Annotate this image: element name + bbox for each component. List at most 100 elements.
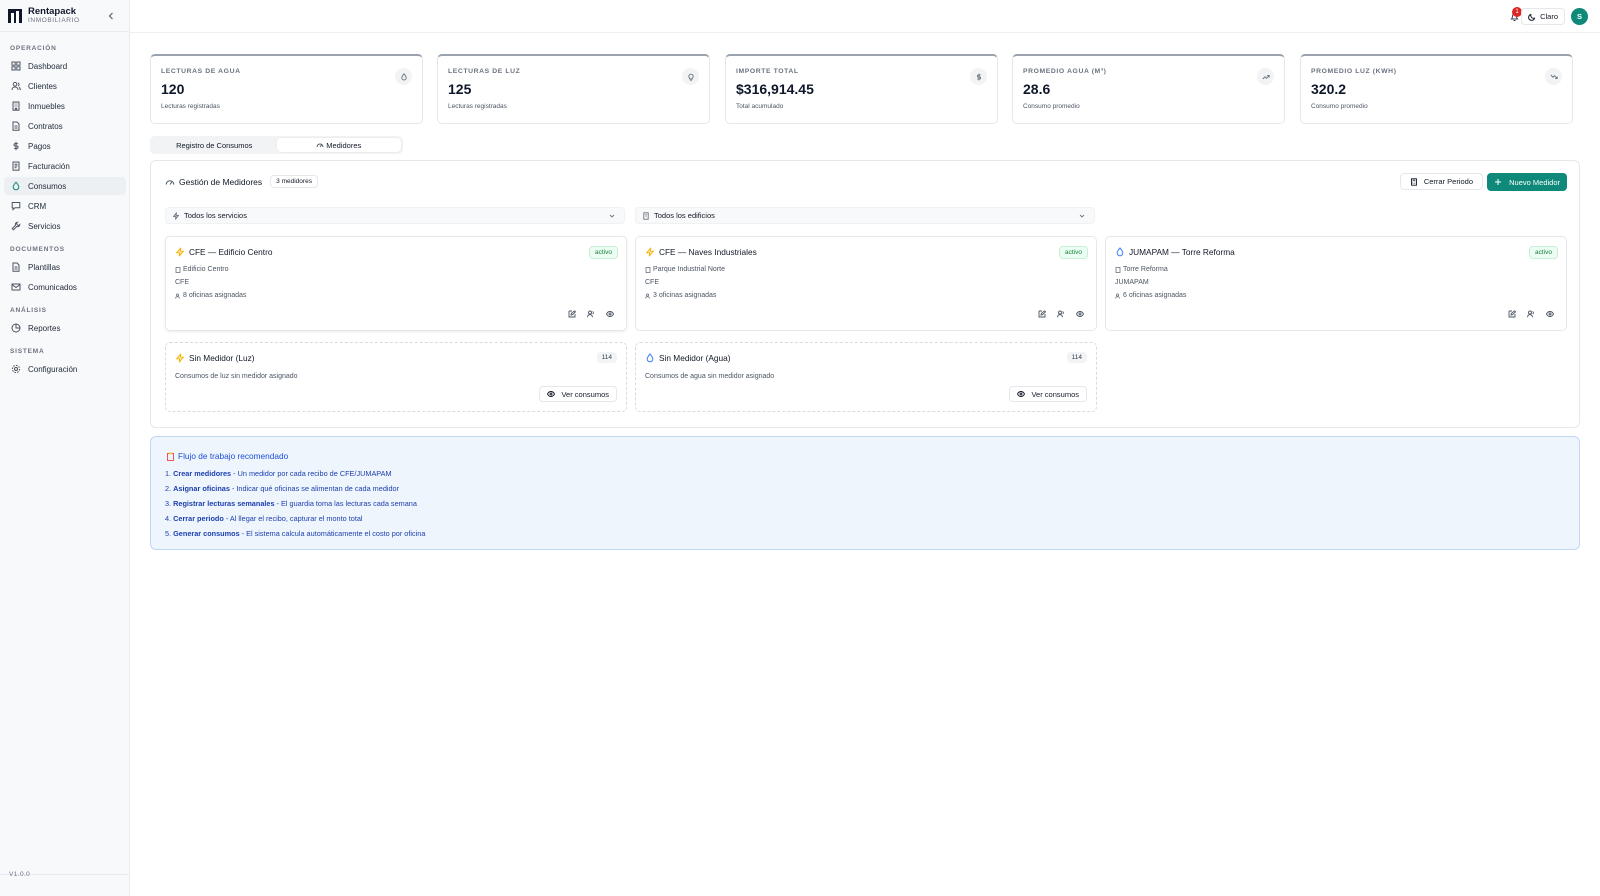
stat-value: 120 [161,81,185,97]
sidebar-item-servicios[interactable]: Servicios [4,217,126,235]
eye-icon[interactable] [1076,310,1084,318]
wrench-icon [11,221,21,231]
stat-subtitle: Total acumulado [736,103,784,110]
edit-icon[interactable] [568,310,576,318]
meter-offices: 3 oficinas asignadas [645,292,716,299]
brand[interactable]: Rentapack INMOBILIARIO [0,0,129,32]
meter-title: CFE — Edificio Centro [175,247,272,257]
edit-icon[interactable] [1508,310,1516,318]
workflow-title: Flujo de trabajo recomendado [166,451,288,461]
close-period-label: Cerrar Periodo [1423,177,1473,186]
tab-label: Registro de Consumos [176,140,253,150]
meter-card[interactable]: CFE — Edificio Centro activo Edificio Ce… [165,236,627,331]
eye-icon[interactable] [1546,310,1554,318]
eye-icon [1017,391,1026,397]
sidebar-item-label: Comunicados [28,282,77,292]
gauge-icon [12,181,20,191]
status-badge: activo [1529,246,1558,259]
sidebar-item-label: Clientes [28,81,57,91]
meter-card[interactable]: CFE — Naves Industriales activo Parque I… [635,236,1097,331]
close-period-button[interactable]: Cerrar Periodo [1399,173,1483,190]
building-filter-select[interactable]: Todos los edificios [635,207,1095,224]
tab-medidores[interactable]: Medidores [276,138,401,152]
moon-icon [1528,13,1536,21]
workflow-step: 2. Asignar oficinas - Indicar qué oficin… [165,484,400,493]
topbar: 1 Claro S [130,0,1600,33]
building-icon [12,101,20,111]
sidebar-item-label: Dashboard [28,61,68,71]
sidebar-item-contratos[interactable]: Contratos [4,117,126,135]
sidebar-item-clientes[interactable]: Clientes [4,77,126,95]
stat-card-promedio-luz: PROMEDIO LUZ (KWH) 320.2 Consumo promedi… [1300,54,1573,124]
sidebar-item-label: Contratos [28,121,63,131]
view-consumptions-button[interactable]: Ver consumos [1009,386,1087,402]
stat-card-promedio-agua: PROMEDIO AGUA (M³) 28.6 Consumo promedio [1012,54,1285,124]
meter-name: JUMAPAM — Torre Reforma [1129,247,1235,257]
meter-offices: 6 oficinas asignadas [1115,292,1186,299]
unmetered-description: Consumos de luz sin medidor asignado [175,373,298,380]
bolt-icon [172,211,180,220]
service-filter-value: Todos los servicios [184,211,247,220]
unmetered-title: Sin Medidor (Agua) [645,353,730,363]
brand-subtitle: INMOBILIARIO [28,16,80,24]
meter-provider: CFE [645,279,659,286]
stat-card-lecturas-luz: LECTURAS DE LUZ 125 Lecturas registradas [437,54,710,124]
unmetered-description: Consumos de agua sin medidor asignado [645,373,775,380]
panel-title: Gestión de Medidores 3 medidores [165,175,318,188]
new-meter-button[interactable]: Nuevo Medidor [1487,173,1567,191]
sidebar-item-reportes[interactable]: Reportes [4,319,126,337]
bolt-icon [175,247,185,257]
stat-value: 320.2 [1311,81,1347,97]
new-meter-label: Nuevo Medidor [1509,177,1560,187]
service-filter-select[interactable]: Todos los servicios [165,207,625,224]
users-icon [645,292,650,299]
sidebar-item-crm[interactable]: CRM [4,197,126,215]
sidebar-item-inmuebles[interactable]: Inmuebles [4,97,126,115]
panel-title-text: Gestión de Medidores [179,176,263,187]
building-icon [643,211,649,220]
stat-label: PROMEDIO LUZ (KWH) [1311,68,1397,75]
assign-users-icon[interactable] [587,310,595,318]
meter-name: CFE — Naves Industriales [659,247,757,257]
sidebar-item-configuracion[interactable]: Configuración [4,360,126,378]
tabs: Registro de Consumos Medidores [150,136,403,154]
document-icon [12,121,20,131]
receipt-icon [12,161,20,171]
sidebar-item-plantillas[interactable]: Plantillas [4,258,126,276]
meter-card[interactable]: JUMAPAM — Torre Reforma activo Torre Ref… [1105,236,1567,331]
bolt-icon [645,247,655,257]
dashboard-icon [11,61,21,71]
meter-provider: JUMAPAM [1115,279,1149,286]
meter-count-badge: 3 medidores [270,175,318,188]
bolt-icon [175,353,185,363]
chevron-left-icon[interactable] [105,10,117,22]
avatar[interactable]: S [1571,8,1588,25]
plus-icon [1495,179,1502,185]
meter-building: Torre Reforma [1115,266,1168,273]
theme-toggle-button[interactable]: Claro [1521,8,1565,25]
eye-icon[interactable] [606,310,614,318]
sidebar-item-consumos[interactable]: Consumos [4,177,126,195]
meter-title: JUMAPAM — Torre Reforma [1115,247,1235,257]
edit-icon[interactable] [1038,310,1046,318]
view-consumptions-button[interactable]: Ver consumos [539,386,617,402]
tab-registro-consumos[interactable]: Registro de Consumos [152,138,277,152]
unmetered-card-agua: Sin Medidor (Agua) 114 Consumos de agua … [635,342,1097,412]
sidebar-item-dashboard[interactable]: Dashboard [4,57,126,75]
theme-label: Claro [1540,12,1558,21]
chevron-down-icon [1079,214,1085,218]
droplet-icon [646,353,654,363]
sidebar-item-pagos[interactable]: Pagos [4,137,126,155]
stat-value: $316,914.45 [736,81,814,97]
sidebar-item-comunicados[interactable]: Comunicados [4,278,126,296]
dollar-icon [970,68,987,85]
assign-users-icon[interactable] [1527,310,1535,318]
assign-users-icon[interactable] [1057,310,1065,318]
stat-label: IMPORTE TOTAL [736,68,799,75]
unmetered-count: 114 [1066,352,1087,363]
document-icon [12,262,20,272]
eye-icon [547,391,556,397]
meter-provider: CFE [175,279,189,286]
meter-building: Parque Industrial Norte [645,266,725,273]
sidebar-item-facturacion[interactable]: Facturación [4,157,126,175]
